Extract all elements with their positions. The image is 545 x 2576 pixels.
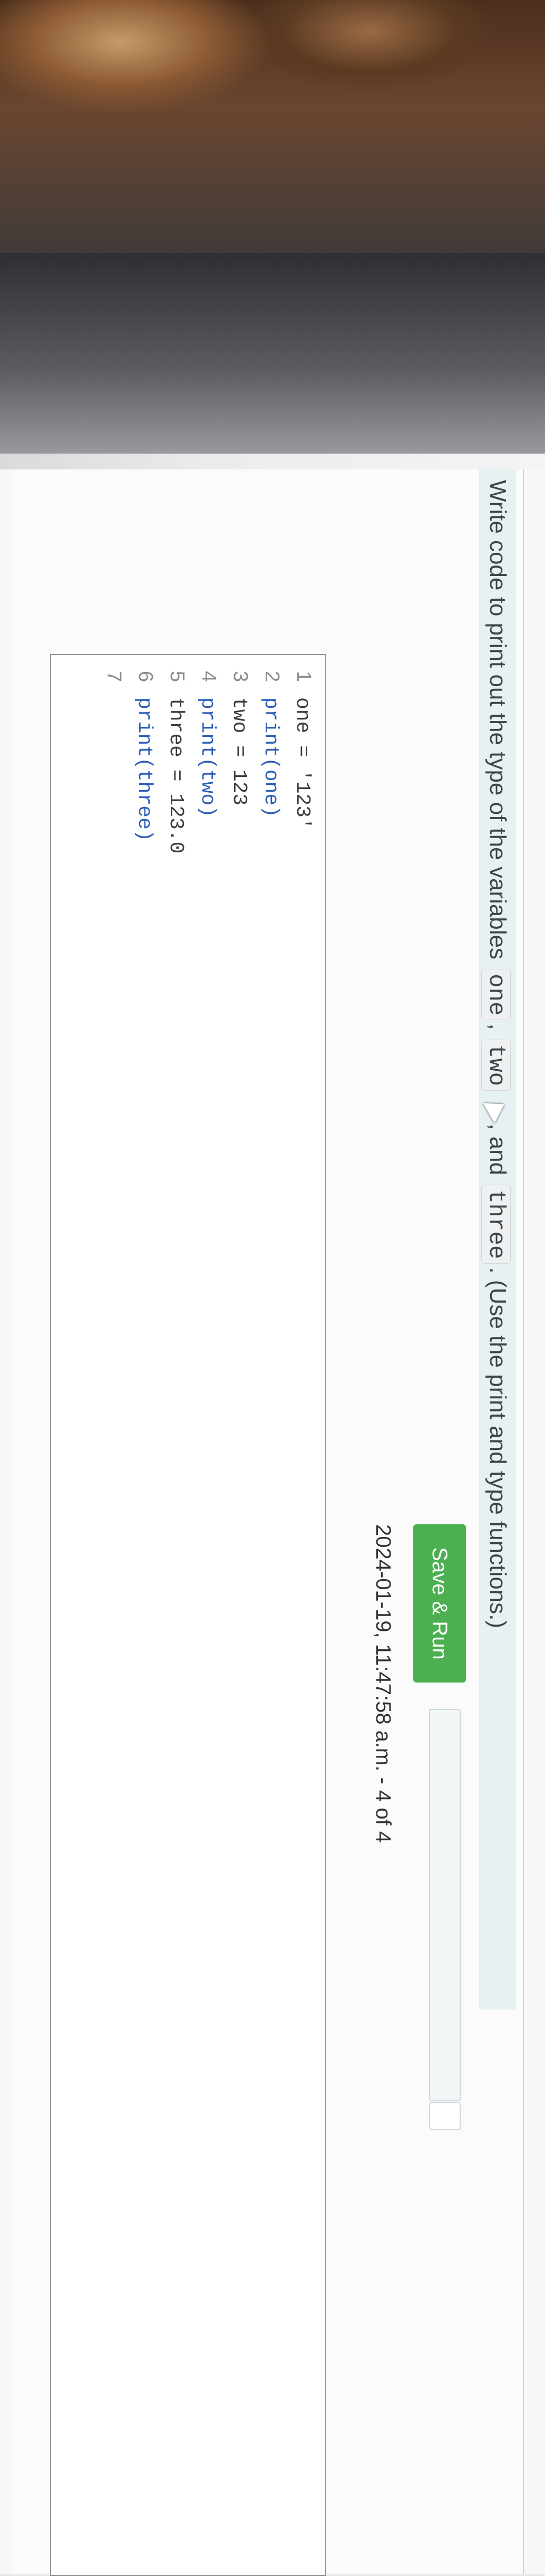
- line-number: 4: [198, 671, 220, 683]
- code-editor[interactable]: 1 one = '123' 2 print(one) 3 two = 123 4…: [50, 654, 326, 2576]
- prompt-text-start: Write code to print out the type of the …: [485, 480, 511, 960]
- code-line[interactable]: 1 one = '123': [285, 671, 315, 830]
- line-code[interactable]: three = 123.0: [164, 697, 187, 853]
- code-line[interactable]: 2 print(one): [254, 671, 283, 818]
- monitor-bezel: [0, 253, 545, 464]
- line-number: 1: [293, 671, 315, 683]
- line-number: 5: [166, 671, 188, 683]
- prompt-comma: ,: [485, 1023, 511, 1030]
- photo-background: [0, 0, 545, 264]
- line-number: 3: [229, 671, 251, 683]
- variable-one: one: [481, 969, 511, 1021]
- exercise-prompt: Write code to print out the type of the …: [479, 469, 516, 2010]
- save-and-run-button[interactable]: Save & Run: [413, 1524, 466, 1683]
- line-code[interactable]: two = 123: [228, 697, 250, 805]
- progress-end-marker: [429, 2102, 461, 2130]
- mouse-cursor-icon: [482, 1094, 510, 1123]
- variable-three: three: [481, 1185, 511, 1264]
- code-line[interactable]: 7: [95, 671, 125, 685]
- line-code[interactable]: one = '123': [291, 697, 314, 830]
- line-number: 2: [261, 671, 283, 683]
- submission-timestamp: 2024-01-19, 11:47:58 a.m. - 4 of 4: [372, 1524, 395, 1843]
- prompt-text-end: . (Use the print and type functions.): [485, 1267, 511, 1629]
- code-line[interactable]: 4 print(two): [190, 671, 220, 818]
- prompt-and: , and: [485, 1123, 511, 1176]
- code-line[interactable]: 3 two = 123: [222, 671, 251, 805]
- exercise-page: Write code to print out the type of the …: [0, 469, 545, 2576]
- variable-two: two: [481, 1039, 511, 1091]
- line-code[interactable]: print(two): [196, 697, 219, 818]
- code-line[interactable]: 5 three = 123.0: [159, 671, 188, 853]
- code-line[interactable]: 6 print(three): [127, 671, 157, 842]
- line-number: 7: [103, 671, 125, 683]
- line-number: 6: [134, 671, 157, 683]
- progress-bar: [429, 1709, 461, 2101]
- line-code[interactable]: print(one): [259, 697, 282, 818]
- line-code[interactable]: print(three): [133, 697, 155, 842]
